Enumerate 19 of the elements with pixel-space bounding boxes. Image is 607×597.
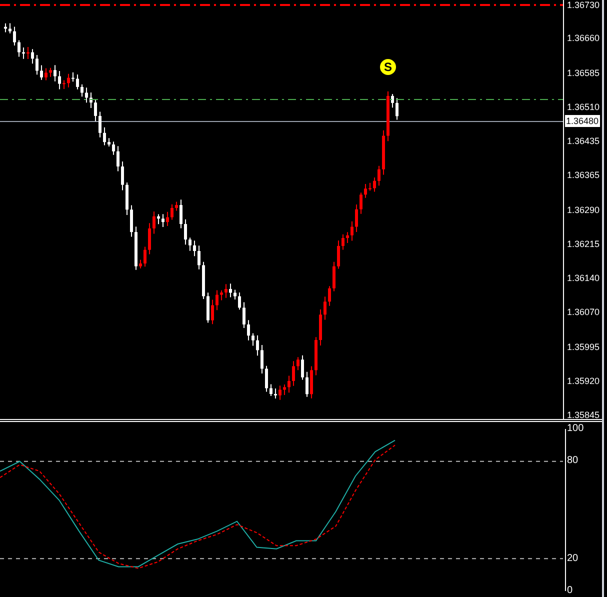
price-label: 1.35920 xyxy=(567,376,600,387)
axis-tick-label: 20 xyxy=(567,552,578,565)
current-price-label: 1.36480 xyxy=(565,115,600,127)
price-label: 1.36215 xyxy=(567,238,600,250)
price-label: 1.36070 xyxy=(567,307,600,318)
price-label: 1.35845 xyxy=(567,410,600,421)
price-label: 1.36585 xyxy=(567,68,600,78)
price-label: 1.36290 xyxy=(567,204,600,216)
axis-tick-label: 80 xyxy=(567,455,578,468)
price-label: 1.36435 xyxy=(567,136,600,147)
price-label: 1.36140 xyxy=(567,273,600,284)
price-label: 1.36365 xyxy=(567,170,600,182)
signal-marker: S xyxy=(380,59,396,75)
price-label: 1.35995 xyxy=(567,342,600,352)
price-label: 1.36510 xyxy=(567,102,600,113)
price-label: 1.36660 xyxy=(567,33,600,44)
axis-tick-label: 100 xyxy=(567,423,584,435)
price-label: 1.36730 xyxy=(567,0,600,11)
axis-tick-label: 0 xyxy=(567,585,573,597)
